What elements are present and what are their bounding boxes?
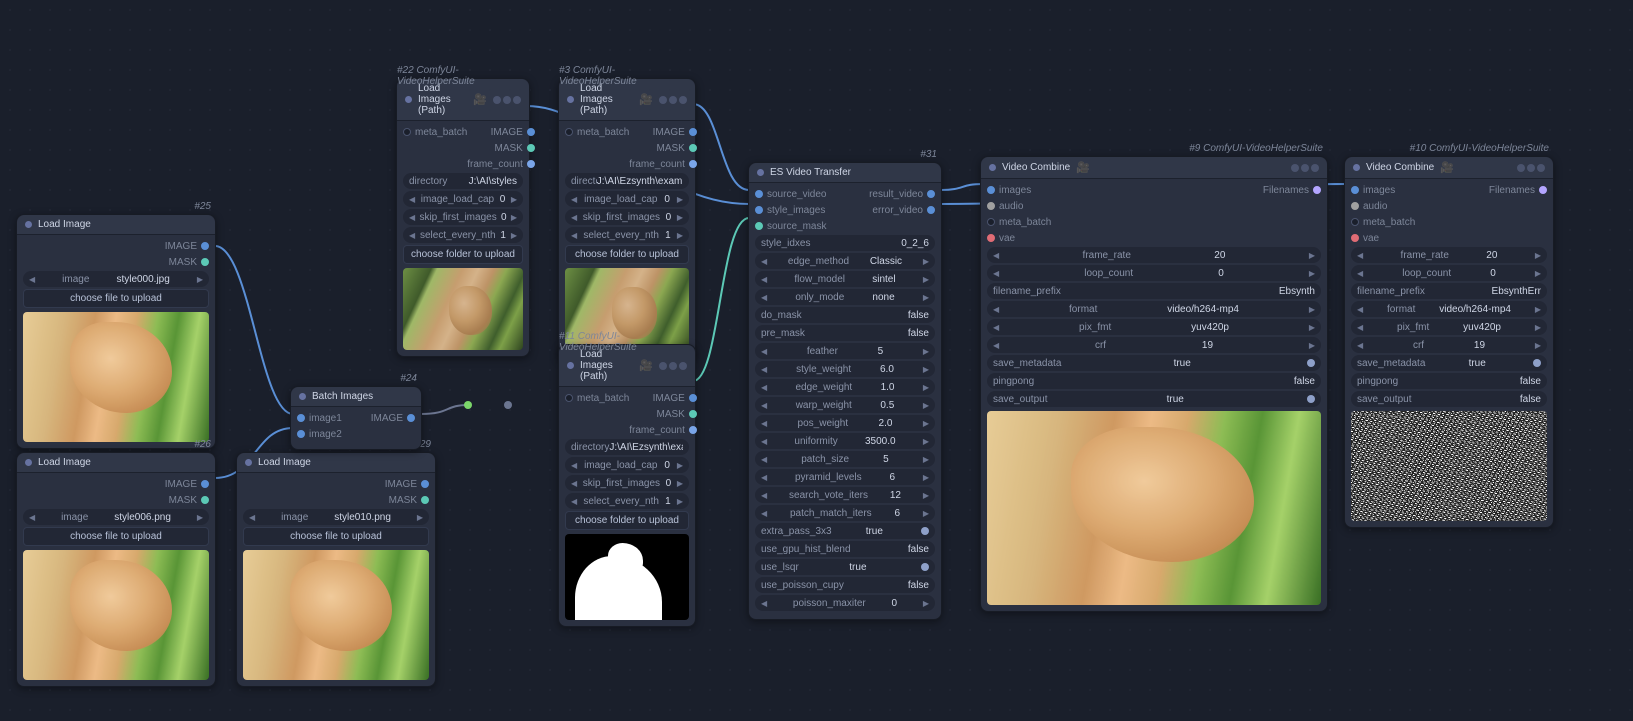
widget-format[interactable]: ◀formatvideo/h264-mp4▶ [1351, 301, 1547, 317]
widget-edge-method[interactable]: ◀edge_methodClassic▶ [755, 253, 935, 269]
widget-format[interactable]: ◀formatvideo/h264-mp4▶ [987, 301, 1321, 317]
preview-image [1351, 411, 1547, 521]
widget-style-weight[interactable]: ◀style_weight6.0▶ [755, 361, 935, 377]
widget-patch-size[interactable]: ◀patch_size5▶ [755, 451, 935, 467]
widget-use-poisson-cupy[interactable]: use_poisson_cupyfalse [755, 577, 935, 593]
file-selector[interactable]: ◀imagestyle000.jpg▶ [23, 271, 209, 287]
node-load-images-path-3[interactable]: #3 ComfyUI-VideoHelperSuite Load Images … [558, 78, 696, 361]
widget-use-gpu-hist-blend[interactable]: use_gpu_hist_blendfalse [755, 541, 935, 557]
widget-select-every-nth[interactable]: ◀select_every_nth1▶ [565, 227, 689, 243]
vhs-icon: 🎥 [639, 93, 653, 106]
upload-button[interactable]: choose folder to upload [565, 245, 689, 264]
upload-button[interactable]: choose folder to upload [565, 511, 689, 530]
widget-patch-match-iters[interactable]: ◀patch_match_iters6▶ [755, 505, 935, 521]
file-selector[interactable]: ◀imagestyle010.png▶ [243, 509, 429, 525]
widget-image-load-cap[interactable]: ◀image_load_cap0▶ [565, 457, 689, 473]
widget-filename-prefix[interactable]: filename_prefixEbsynth [987, 283, 1321, 299]
widget-uniformity[interactable]: ◀uniformity3500.0▶ [755, 433, 935, 449]
directory-input[interactable]: directoryJ:\AI\Ezsynth\examples\mask\ma [565, 439, 689, 455]
preview-image [403, 268, 523, 350]
node-title: Load Image [38, 219, 91, 230]
widget-warp-weight[interactable]: ◀warp_weight0.5▶ [755, 397, 935, 413]
widget-image-load-cap[interactable]: ◀image_load_cap0▶ [565, 191, 689, 207]
widget-select-every-nth[interactable]: ◀select_every_nth1▶ [565, 493, 689, 509]
widget-poisson-maxiter[interactable]: ◀poisson_maxiter0▶ [755, 595, 935, 611]
widget-skip-first-images[interactable]: ◀skip_first_images0▶ [565, 209, 689, 225]
widget-skip-first-images[interactable]: ◀skip_first_images0▶ [403, 209, 523, 225]
node-id: #25 [194, 201, 211, 212]
output-mask-socket[interactable] [201, 258, 209, 266]
widget-crf[interactable]: ◀crf19▶ [1351, 337, 1547, 353]
output-image-socket[interactable] [201, 242, 209, 250]
widget-pyramid-levels[interactable]: ◀pyramid_levels6▶ [755, 469, 935, 485]
preview-image [23, 312, 209, 442]
widget-select-every-nth[interactable]: ◀select_every_nth1▶ [403, 227, 523, 243]
widget-save-metadata[interactable]: save_metadatatrue [1351, 355, 1547, 371]
preview-image [23, 550, 209, 680]
widget-pix-fmt[interactable]: ◀pix_fmtyuv420p▶ [1351, 319, 1547, 335]
widget-filename-prefix[interactable]: filename_prefixEbsynthErr [1351, 283, 1547, 299]
file-selector[interactable]: ◀imagestyle006.png▶ [23, 509, 209, 525]
preview-image [565, 534, 689, 620]
upload-button[interactable]: choose folder to upload [403, 245, 523, 264]
widget-frame-rate[interactable]: ◀frame_rate20▶ [987, 247, 1321, 263]
node-load-image-29[interactable]: #29 Load Image IMAGE MASK ◀imagestyle010… [236, 452, 436, 687]
widget-extra-pass-3x3[interactable]: extra_pass_3x3true [755, 523, 935, 539]
widget-image-load-cap[interactable]: ◀image_load_cap0▶ [403, 191, 523, 207]
widget-pingpong[interactable]: pingpongfalse [987, 373, 1321, 389]
widget-flow-model[interactable]: ◀flow_modelsintel▶ [755, 271, 935, 287]
upload-button[interactable]: choose file to upload [243, 527, 429, 546]
widget-pingpong[interactable]: pingpongfalse [1351, 373, 1547, 389]
node-load-images-path-22[interactable]: #22 ComfyUI-VideoHelperSuite Load Images… [396, 78, 530, 357]
widget-save-output[interactable]: save_outputfalse [1351, 391, 1547, 407]
directory-input[interactable]: directoryJ:\AI\styles [403, 173, 523, 189]
preview-image [243, 550, 429, 680]
widget-save-output[interactable]: save_outputtrue [987, 391, 1321, 407]
node-load-images-path-11[interactable]: #11 ComfyUI-VideoHelperSuite Load Images… [558, 344, 696, 627]
upload-button[interactable]: choose file to upload [23, 289, 209, 308]
vhs-icon: 🎥 [473, 93, 487, 106]
widget-pos-weight[interactable]: ◀pos_weight2.0▶ [755, 415, 935, 431]
node-load-image-25[interactable]: #25 Load Image IMAGE MASK ◀imagestyle000… [16, 214, 216, 449]
widget-skip-first-images[interactable]: ◀skip_first_images0▶ [565, 475, 689, 491]
widget-feather[interactable]: ◀feather5▶ [755, 343, 935, 359]
vhs-icon: 🎥 [1440, 161, 1454, 174]
widget-style-idxes[interactable]: style_idxes0_2_6 [755, 235, 935, 251]
widget-save-metadata[interactable]: save_metadatatrue [987, 355, 1321, 371]
node-video-combine-9[interactable]: #9 ComfyUI-VideoHelperSuite Video Combin… [980, 156, 1328, 612]
widget-edge-weight[interactable]: ◀edge_weight1.0▶ [755, 379, 935, 395]
upload-button[interactable]: choose file to upload [23, 527, 209, 546]
widget-loop-count[interactable]: ◀loop_count0▶ [1351, 265, 1547, 281]
vhs-icon: 🎥 [639, 359, 653, 372]
node-id: #26 [194, 439, 211, 450]
vhs-icon: 🎥 [1076, 161, 1090, 174]
directory-input[interactable]: directoryJ:\AI\Ezsynth\examples\input [565, 173, 689, 189]
widget-pix-fmt[interactable]: ◀pix_fmtyuv420p▶ [987, 319, 1321, 335]
preview-image [987, 411, 1321, 605]
node-video-combine-10[interactable]: #10 ComfyUI-VideoHelperSuite Video Combi… [1344, 156, 1554, 528]
widget-pre-mask[interactable]: pre_maskfalse [755, 325, 935, 341]
widget-crf[interactable]: ◀crf19▶ [987, 337, 1321, 353]
widget-loop-count[interactable]: ◀loop_count0▶ [987, 265, 1321, 281]
widget-frame-rate[interactable]: ◀frame_rate20▶ [1351, 247, 1547, 263]
widget-search-vote-iters[interactable]: ◀search_vote_iters12▶ [755, 487, 935, 503]
node-es-video-transfer[interactable]: #31 ES Video Transfer source_video style… [748, 162, 942, 620]
widget-only-mode[interactable]: ◀only_modenone▶ [755, 289, 935, 305]
widget-use-lsqr[interactable]: use_lsqrtrue [755, 559, 935, 575]
widget-do-mask[interactable]: do_maskfalse [755, 307, 935, 323]
node-batch-images[interactable]: #24 Batch Images image1 image2 IMAGE [290, 386, 422, 450]
node-load-image-26[interactable]: #26 Load Image IMAGE MASK ◀imagestyle006… [16, 452, 216, 687]
